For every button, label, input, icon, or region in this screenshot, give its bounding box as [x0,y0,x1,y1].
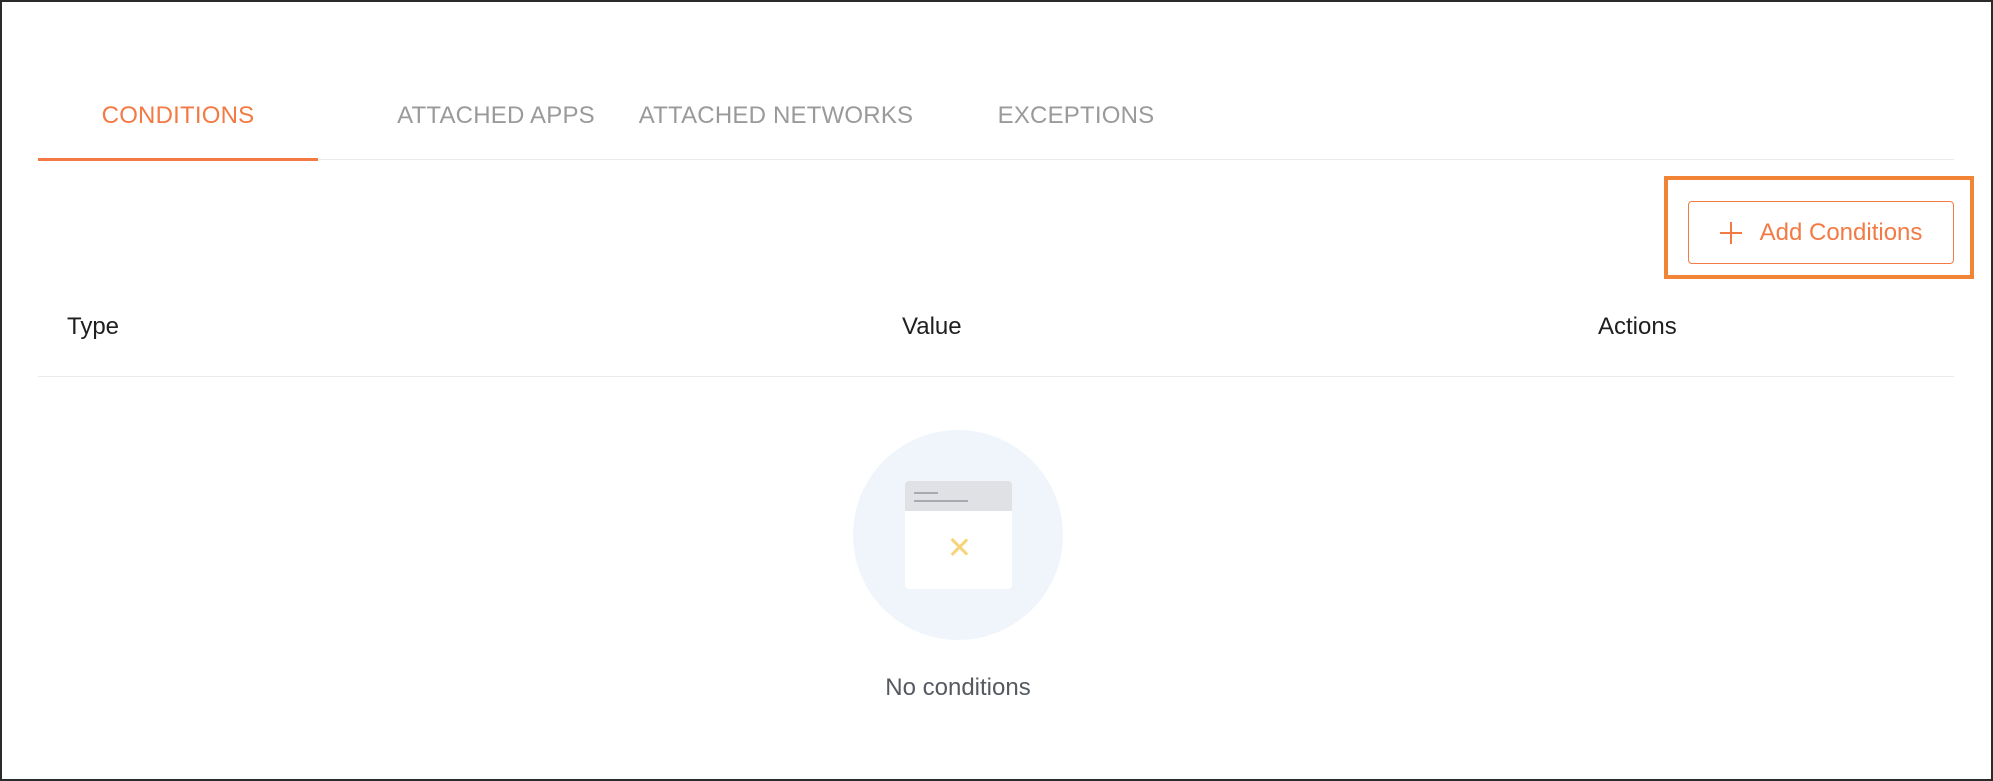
empty-state-text: No conditions [885,674,1031,701]
add-conditions-label: Add Conditions [1759,218,1923,246]
window-line [914,500,968,502]
empty-window-icon [905,481,1012,589]
plus-icon [1719,221,1742,244]
app-frame: CONDITIONS ATTACHED APPS ATTACHED NETWOR… [0,0,1993,781]
tab-label: CONDITIONS [101,101,255,129]
column-header-value[interactable]: Value [902,292,962,362]
tab-label: ATTACHED NETWORKS [638,101,914,129]
tab-label: ATTACHED APPS [397,101,595,129]
tab-label: EXCEPTIONS [997,101,1155,129]
active-tab-indicator [38,158,318,161]
window-title-bar [905,481,1012,511]
tab-conditions[interactable]: CONDITIONS [38,72,318,161]
add-conditions-button[interactable]: Add Conditions [1688,201,1954,264]
tab-bar: CONDITIONS ATTACHED APPS ATTACHED NETWOR… [38,72,1954,161]
window-line [914,492,938,494]
column-header-type[interactable]: Type [67,292,119,362]
tab-exceptions[interactable]: EXCEPTIONS [936,72,1216,159]
table-header: Type Value Actions [38,292,1954,377]
column-header-actions: Actions [1598,313,1677,340]
x-mark-icon [949,537,969,557]
tab-attached-networks[interactable]: ATTACHED NETWORKS [606,72,946,159]
tab-attached-apps[interactable]: ATTACHED APPS [356,72,636,159]
